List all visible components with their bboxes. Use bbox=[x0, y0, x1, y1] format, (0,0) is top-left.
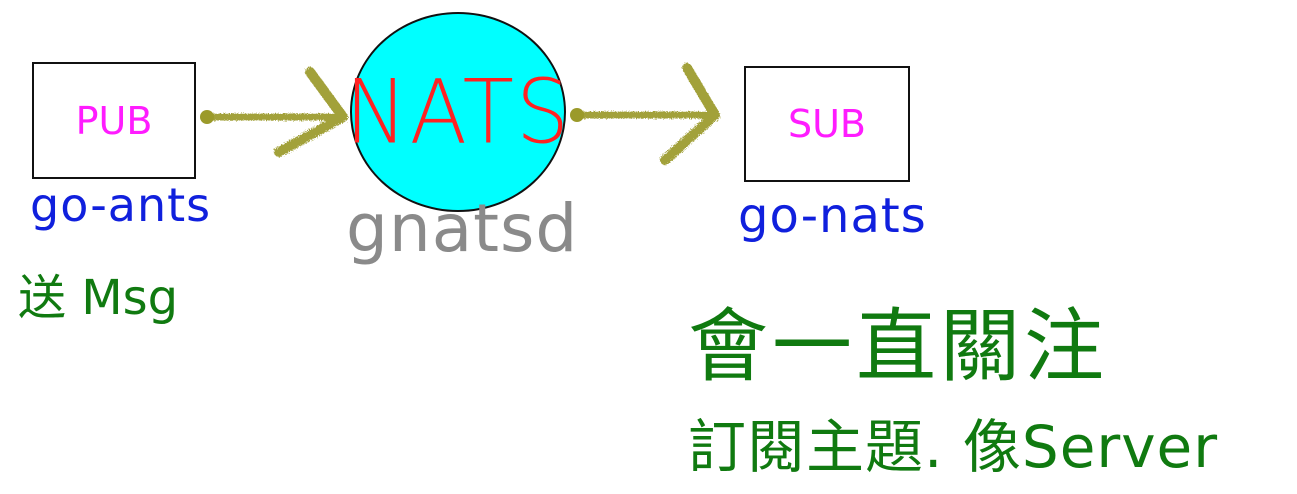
subscriber-label: SUB bbox=[787, 102, 866, 146]
publisher-label: PUB bbox=[75, 98, 153, 143]
subscriber-note-line-1: 會一直關注 bbox=[688, 300, 1108, 393]
server-label: NATS bbox=[344, 60, 572, 164]
publisher-box: PUB bbox=[32, 62, 196, 179]
arrow-pub-to-nats bbox=[200, 67, 348, 157]
publisher-client-label: go-ants bbox=[30, 178, 212, 232]
subscriber-client-label: go-nats bbox=[738, 188, 927, 244]
publisher-action-label: 送 Msg bbox=[18, 270, 179, 326]
nats-server-node: NATS bbox=[345, 12, 569, 212]
subscriber-box: SUB bbox=[744, 66, 910, 182]
subscriber-note-line-2: 訂閱主題. 像Server bbox=[688, 413, 1219, 481]
server-name-label: gnatsd bbox=[346, 190, 579, 267]
arrow-nats-to-sub bbox=[570, 63, 720, 165]
